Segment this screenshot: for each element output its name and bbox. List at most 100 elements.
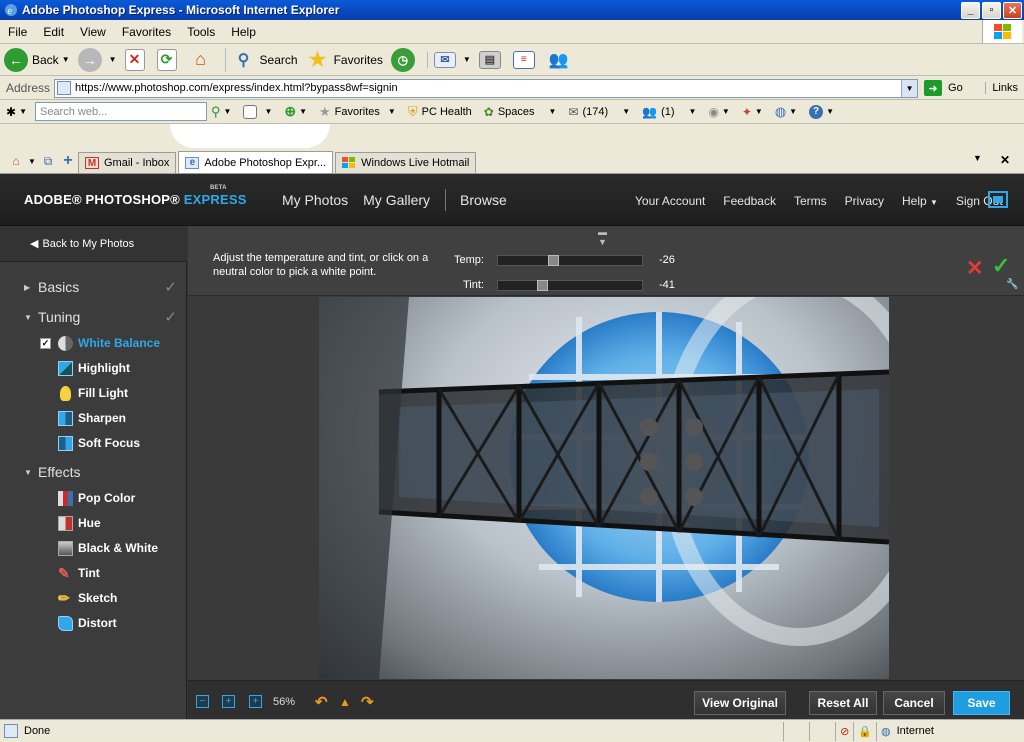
tint-slider-thumb[interactable] <box>537 279 548 291</box>
print-button[interactable]: ▤ <box>478 50 505 69</box>
tool-white-balance[interactable]: ✓ White Balance <box>0 331 187 355</box>
menu-file[interactable]: File <box>0 25 35 39</box>
rss-button[interactable]: ◉ ▼ <box>708 105 729 119</box>
tool-sharpen[interactable]: Sharpen <box>0 406 187 430</box>
nav-help[interactable]: Help ▼ <box>902 194 938 208</box>
tool-tint[interactable]: ✎ Tint <box>0 561 187 585</box>
web-search-input[interactable]: Search web... <box>34 102 207 121</box>
collapse-handle-icon[interactable]: ▬ ▼ <box>598 227 607 247</box>
menu-tools[interactable]: Tools <box>179 25 223 39</box>
temp-slider[interactable] <box>497 254 643 266</box>
lightbulb-icon <box>60 385 71 401</box>
home-dropdown-icon[interactable]: ▼ <box>28 153 36 169</box>
photo-canvas[interactable] <box>319 297 889 679</box>
address-input[interactable]: https://www.photoshop.com/express/index.… <box>54 78 919 98</box>
nav-privacy[interactable]: Privacy <box>845 194 884 208</box>
back-button[interactable]: ← Back ▼ <box>4 47 70 72</box>
tool-soft-focus[interactable]: Soft Focus <box>0 431 187 455</box>
zoom-in-icon[interactable]: + <box>249 695 262 708</box>
zoom-fit-icon[interactable]: + <box>222 695 235 708</box>
address-dropdown-icon[interactable]: ▼ <box>901 79 918 97</box>
close-tab-icon[interactable]: ✕ <box>1000 153 1010 167</box>
back-to-my-photos-link[interactable]: ◀ Back to My Photos <box>0 226 187 262</box>
history-button[interactable]: ◷ <box>390 47 419 72</box>
tool-pop-color[interactable]: Pop Color <box>0 486 187 510</box>
address-url[interactable]: https://www.photoshop.com/express/index.… <box>75 82 901 94</box>
tint-slider[interactable] <box>497 279 643 291</box>
tool-sketch[interactable]: ✏ Sketch <box>0 586 187 610</box>
cancel-adjust-icon[interactable]: ✕ <box>966 256 984 281</box>
refresh-button[interactable]: ⟳ <box>156 48 181 71</box>
maximize-button[interactable]: ▫ <box>982 1 1001 19</box>
links-button[interactable]: Links <box>985 82 1018 94</box>
white-balance-checkbox[interactable]: ✓ <box>40 337 51 349</box>
save-button[interactable]: Save <box>953 691 1010 715</box>
live-help-button[interactable]: ? ▼ <box>809 104 834 119</box>
image-canvas-area <box>188 297 1024 680</box>
new-tab-icon[interactable]: + <box>60 152 76 169</box>
web-search-button[interactable]: ⚲ ▼ <box>211 104 231 120</box>
menu-view[interactable]: View <box>72 25 114 39</box>
mail-count-button[interactable]: ✉ (174) ▼ <box>568 105 630 119</box>
section-tuning[interactable]: ▼ Tuning ✓ <box>0 305 187 329</box>
temp-slider-thumb[interactable] <box>548 254 559 266</box>
home-icon[interactable]: ⌂ <box>8 153 24 169</box>
tool-fill-light[interactable]: Fill Light <box>0 381 187 405</box>
window-titlebar[interactable]: e Adobe Photoshop Express - Microsoft In… <box>0 0 1024 20</box>
contacts-button[interactable]: 👥 (1) ▼ <box>642 105 696 119</box>
reset-all-button[interactable]: Reset All <box>809 691 877 715</box>
home-button[interactable]: ⌂ <box>189 48 217 72</box>
redo-icon[interactable]: ↷ <box>361 693 374 711</box>
nav-terms[interactable]: Terms <box>794 194 827 208</box>
nav-my-gallery[interactable]: My Gallery <box>363 192 430 211</box>
spaces-button[interactable]: ✿ Spaces ▼ <box>484 105 557 119</box>
forward-button[interactable]: → ▼ <box>77 47 117 72</box>
messenger-button[interactable]: 👥 <box>547 48 575 72</box>
nav-my-photos[interactable]: My Photos <box>282 192 348 211</box>
lock-icon[interactable]: 🔒 <box>853 721 876 741</box>
section-basics[interactable]: ▶ Basics ✓ <box>0 275 187 299</box>
menu-favorites[interactable]: Favorites <box>114 25 179 39</box>
popup-blocked-icon[interactable]: ⊘ <box>835 721 853 741</box>
nav-feedback[interactable]: Feedback <box>723 194 776 208</box>
search-button[interactable]: ⚲ Search <box>224 47 298 72</box>
tab-list-dropdown-icon[interactable]: ▼ <box>973 153 982 167</box>
menu-help[interactable]: Help <box>223 25 264 39</box>
onecare-button[interactable]: ◍ ▼ <box>775 104 797 120</box>
wrench-icon[interactable]: 🔧 <box>1006 279 1018 290</box>
tool-hue[interactable]: Hue <box>0 511 187 535</box>
undo-icon[interactable]: ↶ <box>315 693 328 711</box>
nav-browse[interactable]: Browse <box>460 192 507 211</box>
tab-photoshop-express[interactable]: e Adobe Photoshop Expr... <box>178 151 334 173</box>
minimize-button[interactable]: _ <box>961 1 980 19</box>
photoshop-express-logo[interactable]: ADOBE® PHOTOSHOP® EXPRESS BETA <box>24 185 247 207</box>
fullscreen-icon[interactable] <box>988 191 1008 208</box>
favorites-button[interactable]: ★ Favorites <box>306 48 383 72</box>
go-button[interactable]: ➜ Go <box>924 80 963 96</box>
apply-adjust-icon[interactable]: ✓ <box>992 253 1010 279</box>
section-effects[interactable]: ▼ Effects <box>0 460 187 484</box>
live-favorites-button[interactable]: ★ Favorites ▼ <box>319 104 396 120</box>
tool-highlight[interactable]: Highlight <box>0 356 187 380</box>
mail-button[interactable]: ✉ ▼ <box>426 51 471 68</box>
edit-button[interactable]: ≡ <box>512 50 539 69</box>
tab-hotmail[interactable]: Windows Live Hotmail <box>335 152 477 173</box>
tool-distort[interactable]: Distort <box>0 611 187 635</box>
menu-edit[interactable]: Edit <box>35 25 72 39</box>
pc-health-button[interactable]: ⛨ PC Health <box>408 104 472 120</box>
history-up-icon[interactable]: ▲ <box>339 695 351 709</box>
stop-button[interactable]: ✕ <box>124 48 149 71</box>
live-alerts-button[interactable]: ✦ ▼ <box>742 105 763 119</box>
cancel-button[interactable]: Cancel <box>883 691 945 715</box>
tab-gmail[interactable]: M Gmail - Inbox <box>78 152 177 173</box>
security-zone[interactable]: ◍ Internet <box>876 721 1024 741</box>
close-window-button[interactable]: ✕ <box>1003 1 1022 19</box>
add-button[interactable]: ⊕ ▼ <box>284 103 307 120</box>
new-window-button[interactable]: ▼ <box>243 104 272 119</box>
zoom-out-icon[interactable]: − <box>196 695 209 708</box>
nav-your-account[interactable]: Your Account <box>635 194 705 208</box>
tool-black-and-white[interactable]: Black & White <box>0 536 187 560</box>
view-original-button[interactable]: View Original <box>694 691 786 715</box>
quick-tabs-icon[interactable]: ⧉ <box>40 153 56 169</box>
live-logo-icon[interactable]: ✱ <box>6 105 16 119</box>
